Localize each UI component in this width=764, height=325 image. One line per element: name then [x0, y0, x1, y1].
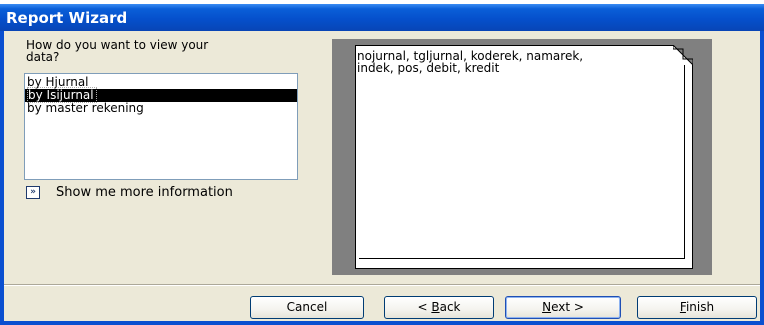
- title-bar[interactable]: Report Wizard: [0, 4, 764, 31]
- double-chevron-right-icon: »: [26, 186, 40, 199]
- preview-fields-text: nojurnal, tgljurnal, koderek, namarek, i…: [357, 50, 677, 74]
- window-frame-left: [0, 31, 4, 325]
- question-line-2: data?: [26, 50, 60, 64]
- cancel-button-label: Cancel: [286, 300, 328, 314]
- view-options-listbox[interactable]: by Hjurnal by Isijurnal by master rekeni…: [24, 73, 298, 180]
- preview-page-edge: [359, 52, 685, 259]
- back-button[interactable]: < Back: [384, 296, 494, 319]
- list-item-label: by master rekening: [27, 101, 144, 115]
- next-button-hotkey: N: [542, 300, 552, 314]
- show-more-information-button[interactable]: » Show me more information: [26, 184, 286, 202]
- window-frame-right: [760, 31, 764, 325]
- cancel-button[interactable]: Cancel: [250, 296, 364, 319]
- back-button-label: ack: [439, 300, 461, 314]
- report-wizard-dialog: Report Wizard How do you want to view yo…: [0, 0, 764, 325]
- back-button-hotkey: B: [431, 300, 440, 314]
- next-button[interactable]: Next >: [505, 296, 621, 319]
- window-frame-bottom: [0, 321, 764, 325]
- button-separator: [4, 284, 760, 286]
- show-more-information-label: Show me more information: [56, 185, 233, 200]
- list-item-by-master-rekening[interactable]: by master rekening: [25, 102, 297, 115]
- preview-fields-line-2: indek, pos, debit, kredit: [357, 61, 500, 75]
- finish-button[interactable]: Finish: [637, 296, 757, 319]
- finish-button-label: inish: [685, 300, 715, 314]
- question-line-1: How do you want to view your: [26, 38, 209, 52]
- next-button-label: ext >: [551, 300, 584, 314]
- view-question-label: How do you want to view your data?: [26, 39, 296, 63]
- back-button-arrow: <: [417, 300, 432, 314]
- window-title: Report Wizard: [6, 9, 128, 27]
